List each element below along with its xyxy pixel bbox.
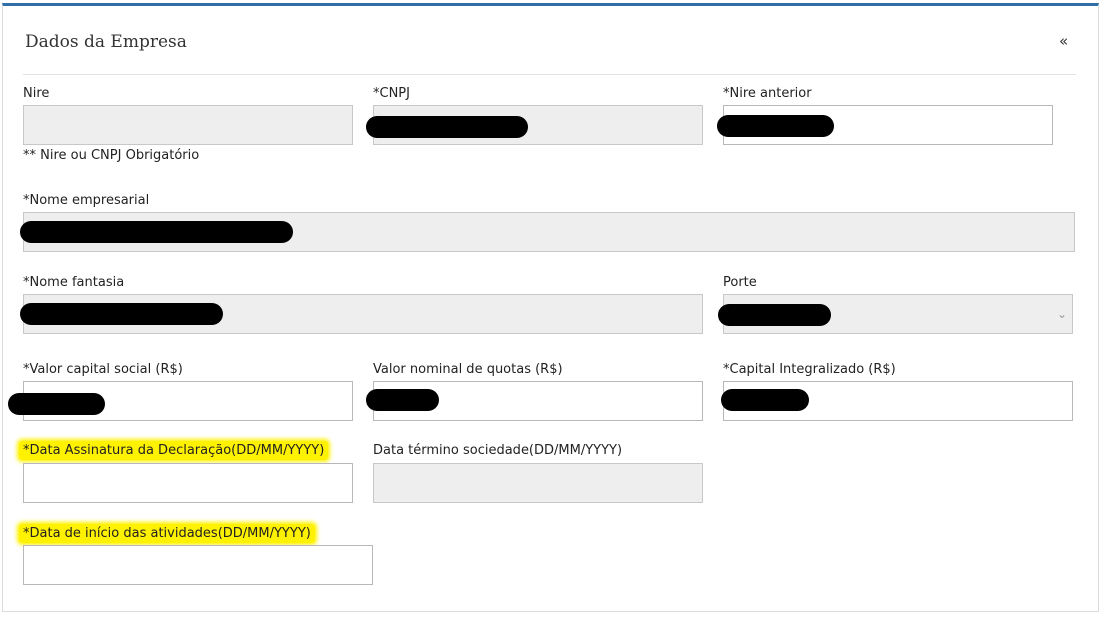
nome-empresarial-label: *Nome empresarial (23, 193, 150, 208)
nire-input[interactable] (23, 105, 353, 145)
divider (23, 74, 1076, 75)
cnpj-label: *CNPJ (373, 86, 410, 101)
redaction-mark (721, 389, 809, 411)
redaction-mark (20, 221, 293, 243)
chevron-down-icon: ⌄ (1057, 307, 1068, 321)
data-termino-input[interactable] (373, 463, 703, 503)
data-assinatura-label: *Data Assinatura da Declaração(DD/MM/YYY… (19, 441, 329, 460)
redaction-mark (8, 393, 105, 415)
redaction-mark (366, 116, 528, 138)
redaction-mark (718, 304, 831, 326)
redaction-mark (717, 115, 834, 137)
data-assinatura-input[interactable] (23, 463, 353, 503)
nire-cnpj-required-note: ** Nire ou CNPJ Obrigatório (23, 148, 200, 163)
data-termino-label: Data término sociedade(DD/MM/YYYY) (373, 443, 623, 458)
collapse-icon[interactable]: « (1059, 34, 1068, 49)
data-assinatura-label-text: *Data Assinatura da Declaração(DD/MM/YYY… (19, 441, 329, 460)
nome-fantasia-label: *Nome fantasia (23, 275, 125, 290)
data-inicio-input[interactable] (23, 545, 373, 585)
data-inicio-label: *Data de início das atividades(DD/MM/YYY… (19, 524, 315, 543)
panel-title: Dados da Empresa (25, 32, 187, 52)
nire-label: Nire (23, 86, 50, 101)
capital-integralizado-label: *Capital Integralizado (R$) (723, 362, 896, 377)
porte-label: Porte (723, 275, 757, 290)
redaction-mark (366, 389, 439, 411)
valor-capital-social-label: *Valor capital social (R$) (23, 362, 183, 377)
data-inicio-label-text: *Data de início das atividades(DD/MM/YYY… (19, 524, 315, 543)
nire-anterior-label: *Nire anterior (723, 86, 812, 101)
valor-nominal-quotas-label: Valor nominal de quotas (R$) (373, 362, 563, 377)
redaction-mark (20, 303, 223, 325)
